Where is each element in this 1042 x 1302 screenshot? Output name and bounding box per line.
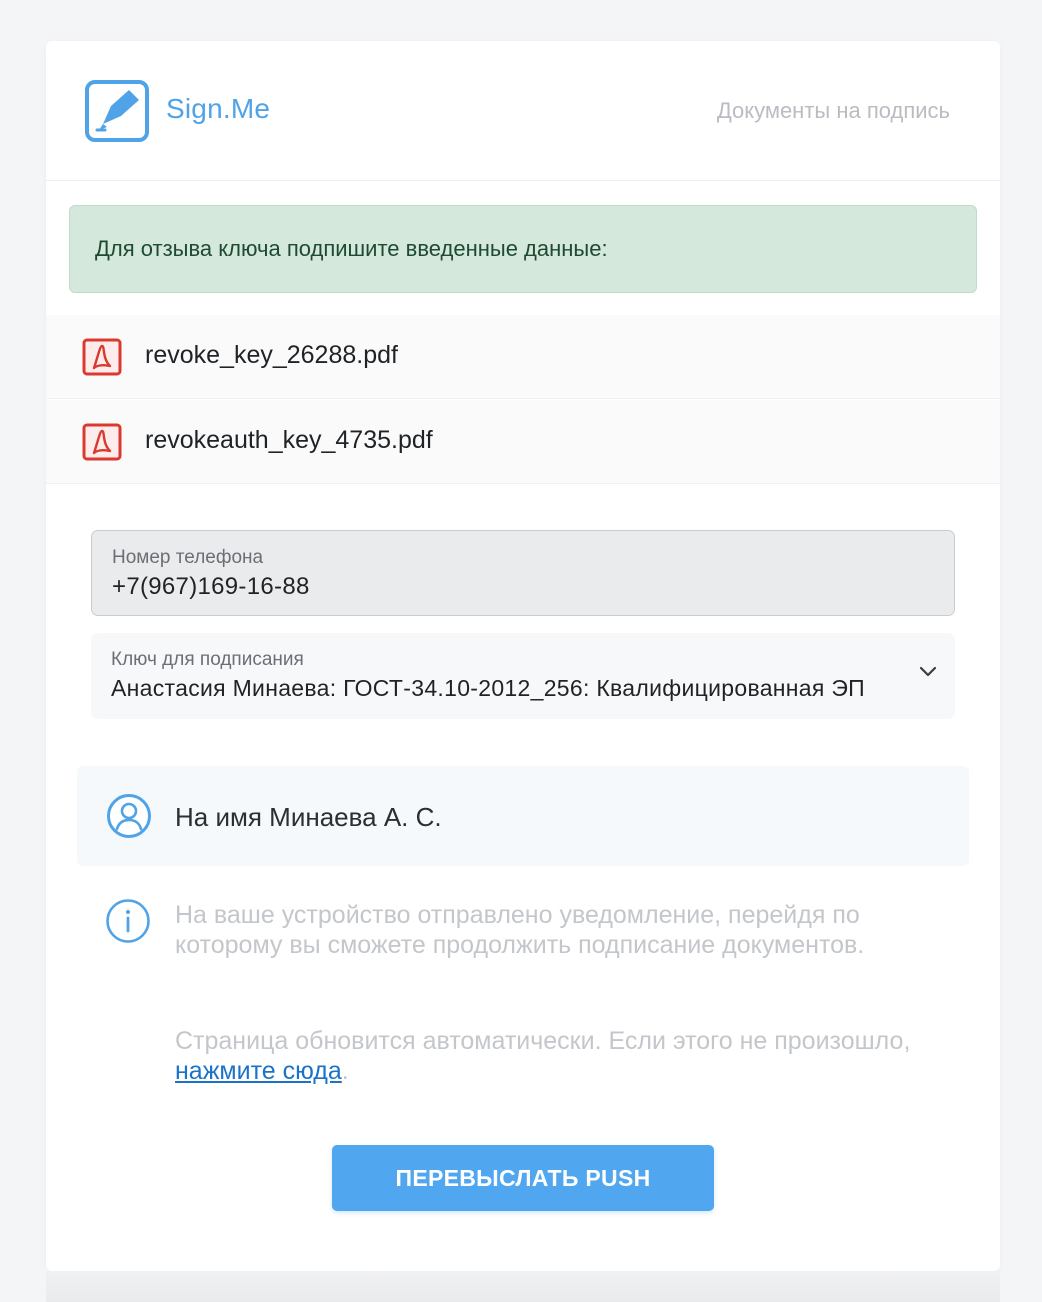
phone-label: Номер телефона bbox=[112, 547, 264, 568]
file-row[interactable]: revoke_key_26288.pdf bbox=[46, 315, 1000, 399]
header: Sign.Me Документы на подпись bbox=[46, 41, 1000, 181]
phone-field[interactable]: Номер телефона +7(967)169-16-88 bbox=[91, 530, 955, 616]
file-row[interactable]: revokeauth_key_4735.pdf bbox=[46, 400, 1000, 484]
user-icon bbox=[107, 794, 151, 838]
alert-text: Для отзыва ключа подпишите введенные дан… bbox=[95, 236, 608, 261]
refresh-hint: Страница обновится автоматически. Если э… bbox=[175, 1026, 965, 1086]
logo-text[interactable]: Sign.Me bbox=[166, 93, 270, 125]
revoke-alert: Для отзыва ключа подпишите введенные дан… bbox=[69, 205, 977, 293]
refresh-suffix: . bbox=[341, 1057, 349, 1085]
signing-key-select[interactable]: Ключ для подписания Анастасия Минаева: Г… bbox=[91, 633, 955, 719]
pdf-icon bbox=[82, 338, 122, 376]
file-name[interactable]: revokeauth_key_4735.pdf bbox=[145, 426, 433, 455]
resend-push-button[interactable]: ПЕРЕВЫСЛАТЬ PUSH bbox=[332, 1145, 714, 1211]
refresh-link[interactable]: нажмите сюда bbox=[175, 1057, 342, 1085]
pdf-icon bbox=[82, 423, 122, 461]
refresh-prefix: Страница обновится автоматически. Если э… bbox=[175, 1027, 911, 1055]
notification-info-text: На ваше устройство отправлено уведомлени… bbox=[175, 901, 865, 959]
key-value[interactable]: Анастасия Минаева: ГОСТ-34.10-2012_256: … bbox=[111, 675, 901, 702]
sign-card: Sign.Me Документы на подпись Для отзыва … bbox=[46, 41, 1000, 1271]
phone-value[interactable]: +7(967)169-16-88 bbox=[112, 573, 310, 601]
file-name[interactable]: revoke_key_26288.pdf bbox=[145, 341, 398, 370]
owner-row: На имя Минаева А. С. bbox=[77, 766, 969, 866]
owner-name: На имя Минаева А. С. bbox=[175, 802, 442, 832]
sign-me-logo-icon[interactable] bbox=[85, 80, 149, 142]
info-icon bbox=[106, 899, 150, 943]
documents-nav-link[interactable]: Документы на подпись bbox=[717, 98, 950, 124]
card-footer-strip bbox=[46, 1271, 1000, 1302]
chevron-down-icon[interactable] bbox=[919, 666, 937, 678]
key-label: Ключ для подписания bbox=[111, 649, 304, 670]
